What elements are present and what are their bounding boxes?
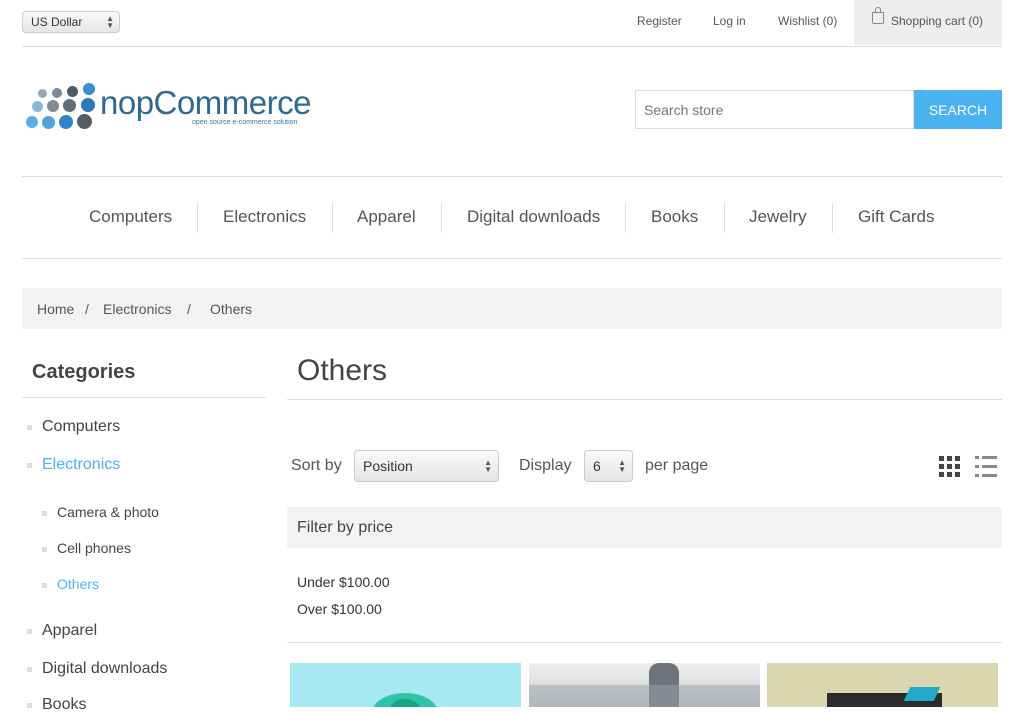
product-shape [529, 685, 760, 707]
filter-by-price-header: Filter by price [287, 507, 1002, 548]
display-label: Display [519, 457, 572, 474]
bullet-icon [27, 703, 32, 708]
page-title: Others [297, 354, 388, 387]
header-links-bar: US Dollar ▲ ▼ Register Log in Wishlist (0… [22, 0, 1002, 47]
currency-value: US Dollar [31, 15, 83, 29]
logo-dot [81, 98, 95, 112]
logo-dot [42, 116, 55, 129]
breadcrumb-current: Others [210, 301, 253, 317]
categories-title: Categories [32, 361, 136, 383]
price-range-over-100[interactable]: Over $100.00 [297, 601, 382, 617]
sort-by-value: Position [363, 458, 413, 474]
menu-divider [625, 203, 626, 233]
subcategory-others[interactable]: Others [57, 576, 99, 592]
product-image[interactable] [767, 663, 998, 707]
store-logo[interactable]: nopCommerce open source e-commerce solut… [26, 80, 336, 136]
wishlist-link[interactable]: Wishlist (0) [778, 14, 837, 28]
menu-item-apparel[interactable]: Apparel [357, 207, 416, 227]
menu-divider [197, 203, 198, 233]
price-range-under-100[interactable]: Under $100.00 [297, 574, 390, 590]
breadcrumb-separator: / [187, 301, 191, 317]
page-size-value: 6 [593, 458, 601, 474]
page-size-select[interactable]: 6 ▲ ▼ [584, 450, 633, 482]
chevron-updown-icon: ▲ ▼ [106, 14, 114, 30]
login-link[interactable]: Log in [713, 14, 746, 28]
category-digital-downloads[interactable]: Digital downloads [42, 660, 167, 678]
register-link[interactable]: Register [637, 14, 682, 28]
menu-divider [332, 203, 333, 233]
divider [287, 642, 1002, 643]
category-electronics[interactable]: Electronics [42, 456, 120, 474]
menu-divider [441, 203, 442, 233]
divider [287, 399, 1002, 400]
search-button[interactable]: SEARCH [914, 90, 1002, 129]
menu-item-computers[interactable]: Computers [89, 207, 172, 227]
divider [22, 397, 266, 398]
breadcrumb-home[interactable]: Home [37, 301, 74, 317]
top-menu: Computers Electronics Apparel Digital do… [22, 176, 1002, 259]
subcategory-camera-photo[interactable]: Camera & photo [57, 504, 159, 520]
sort-by-select[interactable]: Position ▲ ▼ [354, 450, 499, 482]
menu-item-books[interactable]: Books [651, 207, 698, 227]
product-image[interactable] [290, 663, 521, 707]
bullet-icon [27, 463, 32, 468]
logo-dot [52, 88, 62, 98]
subcategory-cell-phones[interactable]: Cell phones [57, 540, 131, 556]
filter-title: Filter by price [297, 519, 394, 536]
menu-divider [724, 203, 725, 233]
currency-select[interactable]: US Dollar ▲ ▼ [22, 11, 120, 33]
menu-item-jewelry[interactable]: Jewelry [749, 207, 807, 227]
category-apparel[interactable]: Apparel [42, 622, 97, 640]
menu-item-electronics[interactable]: Electronics [223, 207, 306, 227]
list-view-icon[interactable] [975, 456, 997, 477]
shopping-cart-link[interactable]: Shopping cart (0) [854, 0, 1002, 45]
sort-by-label: Sort by [291, 457, 342, 474]
logo-dot [83, 83, 95, 95]
product-image[interactable] [529, 663, 760, 707]
logo-dot [77, 114, 92, 129]
chevron-updown-icon: ▲ ▼ [484, 458, 492, 474]
logo-dot [32, 101, 43, 112]
breadcrumb-electronics[interactable]: Electronics [103, 301, 171, 317]
bullet-icon [27, 667, 32, 672]
category-computers[interactable]: Computers [42, 418, 120, 436]
breadcrumb-separator: / [85, 301, 89, 317]
bullet-icon [27, 425, 32, 430]
menu-item-gift-cards[interactable]: Gift Cards [858, 207, 935, 227]
per-page-label: per page [645, 457, 709, 474]
menu-divider [832, 203, 833, 233]
chevron-updown-icon: ▲ ▼ [618, 458, 626, 474]
bullet-icon [42, 511, 47, 516]
bullet-icon [27, 629, 32, 634]
logo-tagline: open source e-commerce solution [192, 119, 298, 126]
logo-dot [59, 115, 73, 129]
bullet-icon [42, 583, 47, 588]
shopping-cart-label: Shopping cart (0) [891, 14, 984, 28]
logo-dot [63, 99, 76, 112]
breadcrumb: Home / Electronics / Others [22, 288, 1002, 329]
grid-view-icon[interactable] [939, 456, 960, 477]
logo-wordmark: nopCommerce [100, 84, 311, 121]
category-books[interactable]: Books [42, 696, 86, 714]
cart-bag-icon [872, 7, 884, 24]
search-input[interactable] [635, 90, 914, 129]
menu-item-digital-downloads[interactable]: Digital downloads [467, 207, 600, 227]
bullet-icon [42, 547, 47, 552]
logo-dot [26, 116, 38, 128]
logo-dot [67, 86, 78, 97]
logo-dot [38, 89, 47, 98]
logo-dot [47, 100, 59, 112]
